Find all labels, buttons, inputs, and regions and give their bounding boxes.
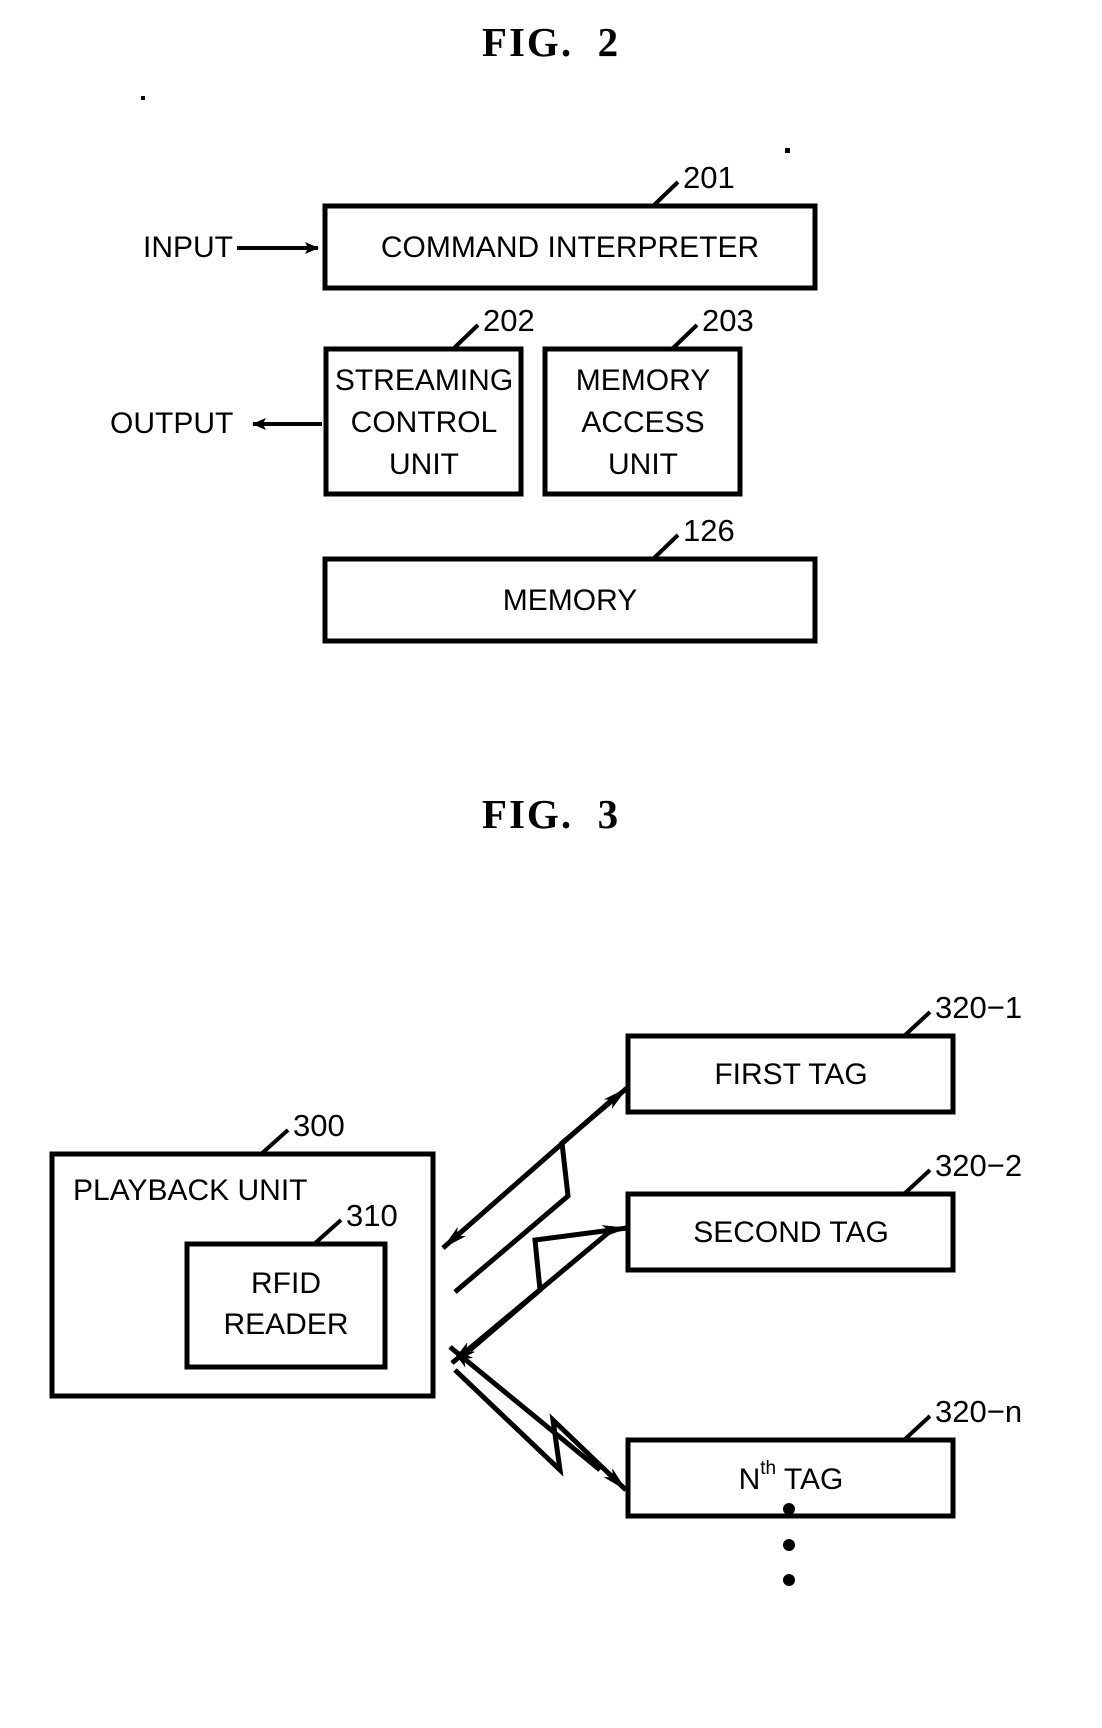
leader-line-300 xyxy=(258,1128,290,1157)
block-label-first-tag: FIRST TAG xyxy=(714,1058,867,1091)
block-label-unit: UNIT xyxy=(389,448,459,481)
rf-link-from-second-tag xyxy=(450,1226,616,1365)
block-rfid-reader: RFID READER 310 xyxy=(184,1198,398,1370)
nth-tag-n: N xyxy=(739,1463,761,1496)
reference-numeral-310: 310 xyxy=(346,1198,398,1233)
leader-line-202 xyxy=(450,323,480,352)
block-first-tag: FIRST TAG 320−1 xyxy=(625,990,1022,1115)
rf-link-to-first-tag xyxy=(453,1086,629,1294)
block-label-unit-2: UNIT xyxy=(608,448,678,481)
block-memory: MEMORY 126 xyxy=(322,513,818,644)
leader-line-310 xyxy=(311,1218,343,1247)
input-connector: INPUT xyxy=(143,231,319,264)
leader-line-320-2 xyxy=(901,1168,932,1197)
rf-link-from-first-tag xyxy=(441,1096,616,1250)
block-label-playback-unit: PLAYBACK UNIT xyxy=(73,1174,308,1207)
input-label: INPUT xyxy=(143,231,233,264)
reference-numeral-203: 203 xyxy=(702,303,754,338)
block-label-access: ACCESS xyxy=(581,406,704,439)
rf-link-to-second-tag xyxy=(468,1225,628,1352)
block-streaming-control-unit: STREAMING CONTROL UNIT 202 xyxy=(323,303,535,497)
reference-numeral-300: 300 xyxy=(293,1108,345,1143)
leader-line-320-1 xyxy=(901,1010,932,1039)
rf-link-to-nth-tag xyxy=(453,1368,628,1492)
reference-numeral-202: 202 xyxy=(483,303,535,338)
reference-numeral-201: 201 xyxy=(683,160,735,195)
leader-line-320-n xyxy=(901,1414,932,1443)
block-command-interpreter: COMMAND INTERPRETER 201 xyxy=(322,160,818,291)
block-playback-unit: PLAYBACK UNIT 300 xyxy=(49,1108,436,1399)
reference-numeral-126: 126 xyxy=(683,513,735,548)
block-label-control: CONTROL xyxy=(351,406,498,439)
reference-numeral-320-1: 320−1 xyxy=(935,990,1022,1025)
block-label-rfid: RFID xyxy=(251,1267,321,1300)
block-label-memory-store: MEMORY xyxy=(503,584,637,617)
block-label-second-tag: SECOND TAG xyxy=(693,1216,889,1249)
block-second-tag: SECOND TAG 320−2 xyxy=(625,1148,1022,1273)
diagram-canvas: COMMAND INTERPRETER 201 INPUT STREAMING … xyxy=(49,96,1022,1586)
reference-numeral-320-n: 320−n xyxy=(935,1394,1022,1429)
nth-tag-superscript: th xyxy=(760,1458,776,1479)
block-label-streaming: STREAMING xyxy=(335,364,513,397)
reference-numeral-320-2: 320−2 xyxy=(935,1148,1022,1183)
block-label-reader: READER xyxy=(223,1308,348,1341)
patent-drawing-sheet: FIG. 2 FIG. 3 COMMAND INTERPRETER 201 IN… xyxy=(0,0,1102,1728)
block-label-command-interpreter: COMMAND INTERPRETER xyxy=(381,231,759,264)
leader-line-126 xyxy=(650,533,680,562)
leader-line-203 xyxy=(669,323,699,352)
output-label: OUTPUT xyxy=(110,407,233,440)
leader-line-201 xyxy=(650,180,680,209)
scan-speck xyxy=(785,148,790,153)
scan-speck xyxy=(141,96,145,100)
rf-link-from-nth-tag xyxy=(448,1345,602,1472)
block-nth-tag: Nth TAG 320−n xyxy=(625,1394,1022,1519)
output-connector: OUTPUT xyxy=(110,407,322,440)
block-label-nth-tag: Nth TAG xyxy=(739,1458,844,1496)
block-label-memory: MEMORY xyxy=(576,364,710,397)
block-memory-access-unit: MEMORY ACCESS UNIT 203 xyxy=(542,303,754,497)
nth-tag-word: TAG xyxy=(776,1463,843,1496)
